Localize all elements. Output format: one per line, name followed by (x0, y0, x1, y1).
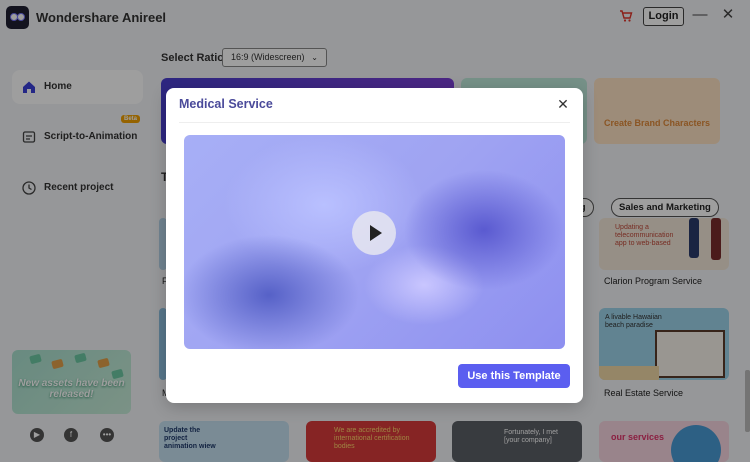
close-icon[interactable]: ✕ (555, 96, 571, 112)
use-template-button[interactable]: Use this Template (458, 364, 570, 388)
modal-title: Medical Service (179, 97, 273, 111)
divider (179, 122, 570, 123)
template-preview-modal: Medical Service ✕ Use this Template (166, 88, 583, 403)
video-preview[interactable] (184, 135, 565, 349)
play-icon[interactable] (352, 211, 396, 255)
